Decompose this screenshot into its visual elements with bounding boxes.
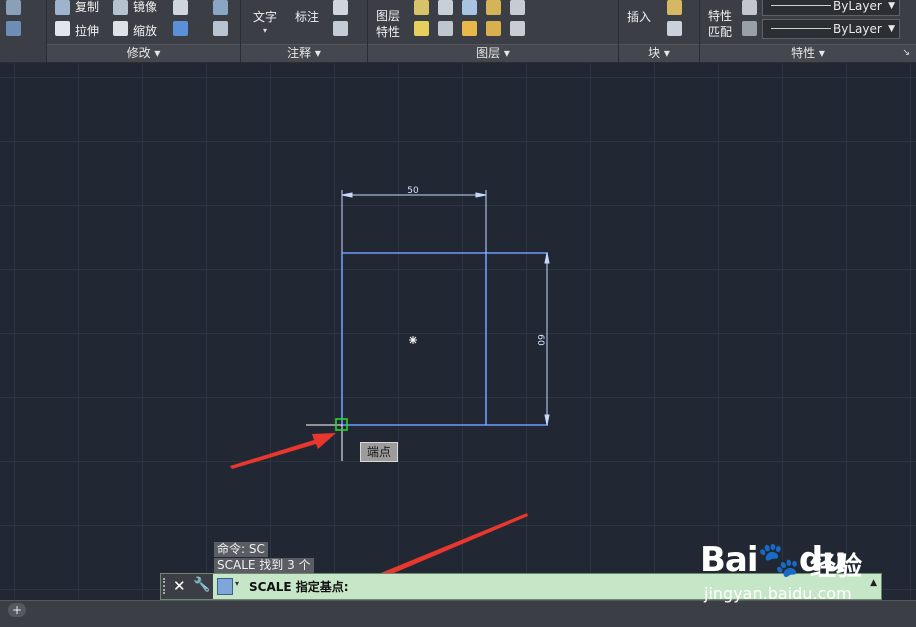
wrench-icon[interactable]: 🔧	[193, 577, 210, 593]
watermark-url: jingyan.baidu.com	[704, 584, 852, 603]
add-layout-button[interactable]: +	[8, 603, 26, 617]
command-line-controls: ✕ 🔧	[161, 574, 213, 599]
drawing-geometry: 50 60	[230, 186, 550, 590]
grip-icon[interactable]	[163, 578, 169, 594]
snap-tooltip: 端点	[360, 442, 398, 462]
close-icon[interactable]: ✕	[173, 577, 186, 595]
dim-arrow-right	[475, 192, 487, 198]
baidu-watermark: Bai🐾du 经验 jingyan.baidu.com	[700, 540, 900, 610]
watermark-title: 经验	[810, 552, 863, 582]
command-recent-icon[interactable]	[217, 578, 233, 595]
command-history-line: SCALE 找到 3 个	[214, 558, 314, 573]
command-history-line: 命令: SC	[214, 542, 268, 557]
dim-arrow-bottom	[544, 414, 550, 426]
dim-arrow-top	[544, 252, 550, 264]
command-prompt: SCALE 指定基点:	[249, 580, 349, 594]
chevron-down-icon[interactable]: ▾	[235, 579, 239, 588]
dim-arrow-left	[341, 192, 353, 198]
annotation-arrow-1	[230, 433, 336, 469]
center-marker	[409, 336, 417, 344]
dim-text-width: 50	[407, 186, 419, 196]
dim-text-height: 60	[535, 334, 545, 346]
